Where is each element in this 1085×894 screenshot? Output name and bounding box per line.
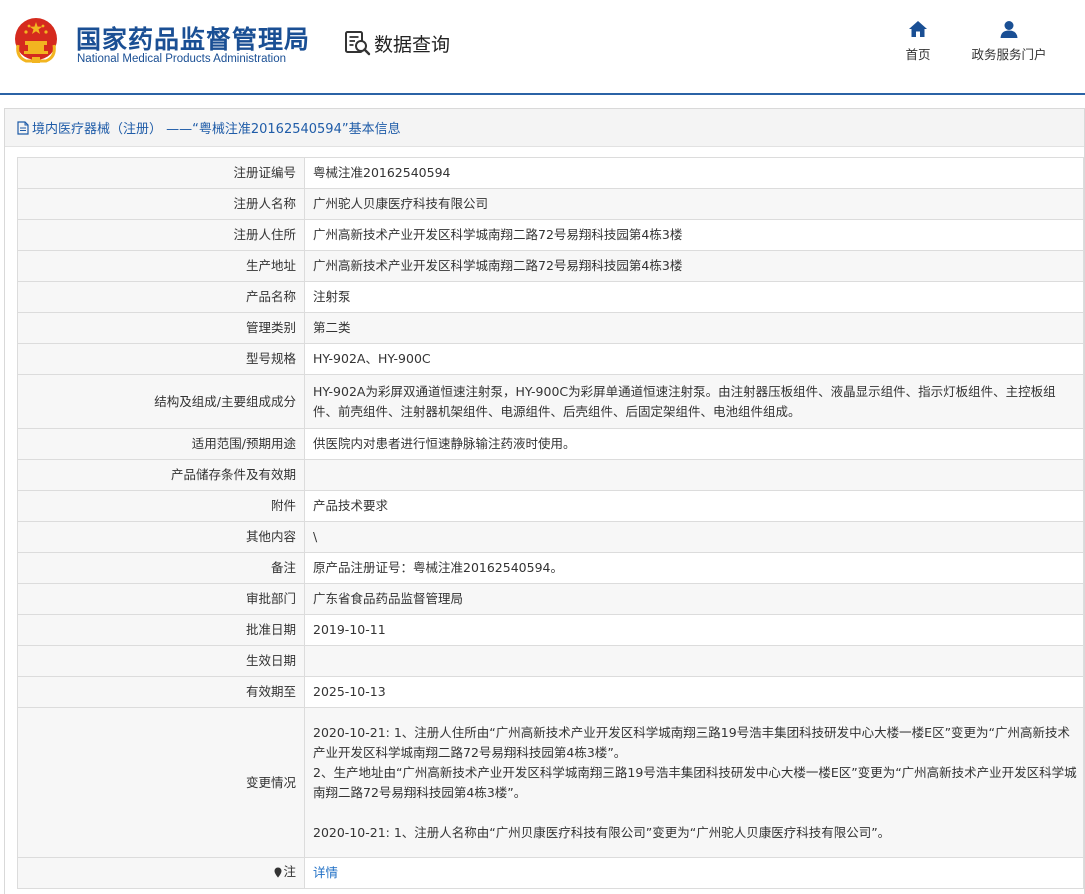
field-label: 适用范围/预期用途: [17, 428, 305, 460]
panel-title: 境内医疗器械（注册） ——“粤械注准20162540594”基本信息: [5, 109, 1084, 147]
map-pin-icon: [274, 867, 282, 878]
field-label: 型号规格: [17, 343, 305, 375]
table-row: 注册人名称 广州驼人贝康医疗科技有限公司: [17, 188, 1084, 220]
details-link[interactable]: 详情: [313, 865, 338, 880]
document-search-icon: [345, 31, 371, 56]
field-value: [304, 645, 1084, 677]
table-row: 备注 原产品注册证号：粤械注准20162540594。: [17, 552, 1084, 584]
table-row: 变更情况 2020-10-21: 1、注册人住所由“广州高新技术产业开发区科学城南…: [17, 707, 1084, 858]
note-key: 注: [283, 864, 296, 880]
field-value: 广州高新技术产业开发区科学城南翔二路72号易翔科技园第4栋3楼: [304, 250, 1084, 282]
field-value: \: [304, 521, 1084, 553]
field-value: 供医院内对患者进行恒速静脉输注药液时使用。: [304, 428, 1084, 460]
table-row-note: 注 详情: [17, 857, 1084, 889]
detail-panel: 境内医疗器械（注册） ——“粤械注准20162540594”基本信息 注册证编号…: [4, 108, 1085, 894]
field-label: 管理类别: [17, 312, 305, 344]
table-row: 产品名称 注射泵: [17, 281, 1084, 313]
field-label: 结构及组成/主要组成成分: [17, 374, 305, 429]
field-label: 附件: [17, 490, 305, 522]
field-value: 第二类: [304, 312, 1084, 344]
info-table: 注册证编号 粤械注准20162540594 注册人名称 广州驼人贝康医疗科技有限公司注…: [17, 157, 1084, 889]
field-value: 2019-10-11: [304, 614, 1084, 646]
table-row: 结构及组成/主要组成成分 HY-902A为彩屏双通道恒速注射泵，HY-900C为彩…: [17, 374, 1084, 429]
table-row: 注册证编号 粤械注准20162540594: [17, 157, 1084, 189]
table-row: 生效日期: [17, 645, 1084, 677]
field-label: 有效期至: [17, 676, 305, 708]
table-row: 其他内容 \: [17, 521, 1084, 553]
field-label: 备注: [17, 552, 305, 584]
national-emblem-icon[interactable]: [12, 15, 60, 65]
org-name-en[interactable]: National Medical Products Administration: [77, 53, 286, 65]
field-value: 原产品注册证号：粤械注准20162540594。: [304, 552, 1084, 584]
nav-service-portal[interactable]: 政务服务门户: [966, 20, 1052, 63]
field-value: 广州驼人贝康医疗科技有限公司: [304, 188, 1084, 220]
field-value: HY-902A为彩屏双通道恒速注射泵，HY-900C为彩屏单通道恒速注射泵。由注…: [304, 374, 1084, 429]
data-query-label: 数据查询: [374, 33, 451, 56]
table-row: 型号规格 HY-902A、HY-900C: [17, 343, 1084, 375]
field-label: 批准日期: [17, 614, 305, 646]
user-icon: [1000, 21, 1018, 38]
nav-service-portal-label: 政务服务门户: [971, 47, 1047, 62]
nav-home[interactable]: 首页: [900, 20, 936, 63]
field-value: 2025-10-13: [304, 676, 1084, 708]
field-label: 产品名称: [17, 281, 305, 313]
table-row: 管理类别 第二类: [17, 312, 1084, 344]
table-row: 审批部门 广东省食品药品监督管理局: [17, 583, 1084, 615]
field-value: 2020-10-21: 1、注册人住所由“广州高新技术产业开发区科学城南翔三路1…: [304, 707, 1084, 858]
field-label: 变更情况: [17, 707, 305, 858]
table-row: 有效期至 2025-10-13: [17, 676, 1084, 708]
table-row: 产品储存条件及有效期: [17, 459, 1084, 491]
document-icon: [17, 120, 29, 135]
field-value: 广东省食品药品监督管理局: [304, 583, 1084, 615]
site-header: 国家药品监督管理局 National Medical Products Admi…: [0, 0, 1085, 95]
field-value: 粤械注准20162540594: [304, 157, 1084, 189]
field-label: 其他内容: [17, 521, 305, 553]
field-label: 注册人名称: [17, 188, 305, 220]
org-name-cn[interactable]: 国家药品监督管理局: [76, 20, 310, 56]
field-label: 审批部门: [17, 583, 305, 615]
field-value: 广州高新技术产业开发区科学城南翔二路72号易翔科技园第4栋3楼: [304, 219, 1084, 251]
note-label: 注: [17, 857, 305, 889]
home-icon: [909, 21, 927, 37]
field-value: 注射泵: [304, 281, 1084, 313]
field-label: 注册人住所: [17, 219, 305, 251]
field-label: 生效日期: [17, 645, 305, 677]
table-row: 适用范围/预期用途 供医院内对患者进行恒速静脉输注药液时使用。: [17, 428, 1084, 460]
nav-home-label: 首页: [905, 47, 931, 62]
field-value: [304, 459, 1084, 491]
table-row: 注册人住所 广州高新技术产业开发区科学城南翔二路72号易翔科技园第4栋3楼: [17, 219, 1084, 251]
table-row: 批准日期 2019-10-11: [17, 614, 1084, 646]
table-row: 附件 产品技术要求: [17, 490, 1084, 522]
table-row: 生产地址 广州高新技术产业开发区科学城南翔二路72号易翔科技园第4栋3楼: [17, 250, 1084, 282]
panel-title-text: 境内医疗器械（注册） ——“粤械注准20162540594”基本信息: [32, 122, 401, 137]
data-query-title: 数据查询: [344, 29, 450, 57]
field-value: 产品技术要求: [304, 490, 1084, 522]
field-label: 生产地址: [17, 250, 305, 282]
field-value: HY-902A、HY-900C: [304, 343, 1084, 375]
field-label: 注册证编号: [17, 157, 305, 189]
note-value: 详情: [304, 857, 1084, 889]
field-label: 产品储存条件及有效期: [17, 459, 305, 491]
